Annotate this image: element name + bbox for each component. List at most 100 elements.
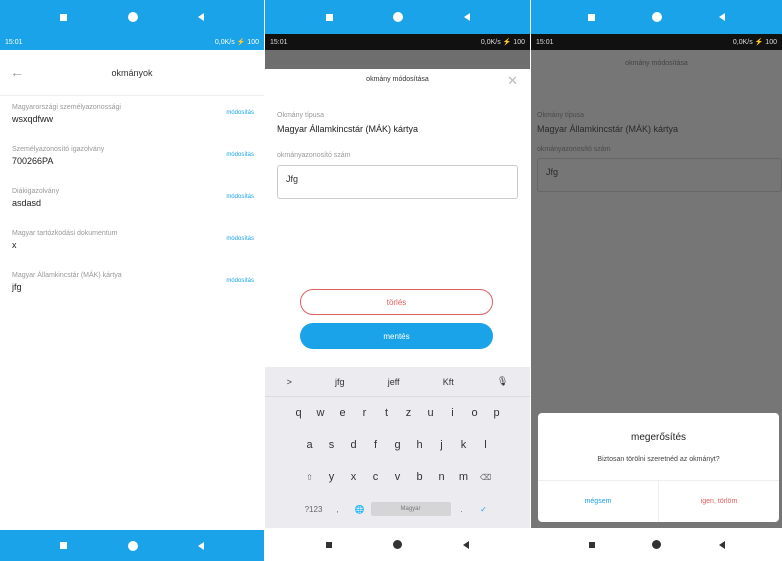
key[interactable]: a xyxy=(299,439,321,451)
on-screen-keyboard: > jfg jeff Kft 🎙 q w e r t z u i o p a s… xyxy=(265,367,530,528)
key[interactable]: f xyxy=(365,439,387,451)
symbols-key[interactable]: ?123 xyxy=(301,505,327,514)
circle-icon[interactable] xyxy=(652,12,662,22)
document-type-value: Magyar Államkincstár (MÁK) kártya xyxy=(537,124,679,134)
status-time: 15:01 xyxy=(270,38,288,46)
comma-key[interactable]: , xyxy=(327,505,349,514)
cancel-button[interactable]: mégsem xyxy=(538,480,658,522)
key[interactable]: r xyxy=(354,407,376,419)
status-icons: 0,0K/s ⚡ 100 xyxy=(732,39,777,46)
suggestion-item[interactable]: jeff xyxy=(388,377,400,387)
enter-check-icon[interactable]: ✓ xyxy=(473,505,495,514)
list-item: Magyar tartózkodási dokumentum x módosít… xyxy=(0,226,264,268)
suggestion-item[interactable]: jfg xyxy=(335,377,345,387)
triangle-back-icon[interactable] xyxy=(197,13,204,21)
key[interactable]: y xyxy=(321,471,343,483)
key[interactable]: o xyxy=(464,407,486,419)
status-icons: 0,0K/s ⚡ 100 xyxy=(214,39,259,46)
circle-icon[interactable] xyxy=(393,540,402,549)
document-id-input: Jfg xyxy=(537,158,782,192)
dialog-message: Biztosan törölni szeretnéd az okmányt? xyxy=(597,456,720,463)
edit-link[interactable]: módosítás xyxy=(226,236,254,242)
space-key[interactable]: Magyar xyxy=(370,502,451,516)
edit-link[interactable]: módosítás xyxy=(226,110,254,116)
status-bar: 15:01 0,0K/s ⚡ 100 xyxy=(531,34,782,50)
suggestion-item[interactable]: Kft xyxy=(443,377,454,387)
circle-icon[interactable] xyxy=(652,540,661,549)
globe-icon[interactable]: 🌐 xyxy=(349,505,371,514)
key[interactable]: b xyxy=(409,471,431,483)
close-icon[interactable]: ✕ xyxy=(507,73,518,89)
microphone-icon[interactable]: 🎙 xyxy=(497,376,508,387)
key[interactable]: u xyxy=(420,407,442,419)
document-id-input[interactable]: Jfg xyxy=(277,165,518,199)
bottom-nav-bar xyxy=(0,530,264,561)
confirm-delete-button[interactable]: igen, törlöm xyxy=(659,480,779,522)
key[interactable]: w xyxy=(310,407,332,419)
document-list: Magyarországi személyazonossági wsxqdfww… xyxy=(0,100,264,310)
document-value: jfg xyxy=(12,282,22,292)
square-icon[interactable] xyxy=(60,542,68,549)
circle-icon[interactable] xyxy=(127,12,138,22)
document-label: Magyar Államkincstár (MÁK) kártya xyxy=(12,272,122,279)
document-value: wsxqdfww xyxy=(12,114,54,124)
document-type-label: Okmány típusa xyxy=(277,112,325,119)
key[interactable]: s xyxy=(321,439,343,451)
triangle-back-icon[interactable] xyxy=(719,13,725,21)
delete-button[interactable]: törlés xyxy=(300,289,493,315)
key[interactable]: m xyxy=(453,471,475,483)
edit-link[interactable]: módosítás xyxy=(226,152,254,158)
suggestion-expand[interactable]: > xyxy=(287,377,292,387)
key[interactable]: k xyxy=(453,439,475,451)
key[interactable]: n xyxy=(431,471,453,483)
key[interactable]: h xyxy=(409,439,431,451)
period-key[interactable]: . xyxy=(451,505,473,514)
triangle-back-icon[interactable] xyxy=(197,541,204,550)
triangle-back-icon[interactable] xyxy=(463,13,470,21)
edit-link[interactable]: módosítás xyxy=(226,194,254,200)
key[interactable]: q xyxy=(288,407,310,419)
square-icon[interactable] xyxy=(588,13,595,21)
confirm-dialog: megerősítés Biztosan törölni szeretnéd a… xyxy=(538,413,779,522)
key[interactable]: d xyxy=(343,439,365,451)
square-icon[interactable] xyxy=(325,13,333,21)
key[interactable]: g xyxy=(387,439,409,451)
backspace-key[interactable]: ⌫ xyxy=(475,473,497,482)
document-label: Magyar tartózkodási dokumentum xyxy=(12,230,118,237)
key[interactable]: x xyxy=(343,471,365,483)
key[interactable]: z xyxy=(398,407,420,419)
key[interactable]: j xyxy=(431,439,453,451)
keyboard-row: a s d f g h j k l xyxy=(265,429,530,461)
circle-icon[interactable] xyxy=(127,540,138,551)
sheet-title: okmány módosítása xyxy=(366,76,429,83)
documents-screen: 15:01 0,0K/s ⚡ 100 ← okmányok Magyarorsz… xyxy=(0,0,264,561)
edit-link[interactable]: módosítás xyxy=(226,278,254,284)
document-id-label: okmányazonosító szám xyxy=(277,152,351,159)
sheet-title: okmány módosítása xyxy=(625,60,688,67)
dialog-title: megerősítés xyxy=(630,432,687,443)
save-button[interactable]: mentés xyxy=(300,323,493,349)
triangle-back-icon[interactable] xyxy=(463,540,469,549)
triangle-back-icon[interactable] xyxy=(718,540,725,549)
key[interactable]: v xyxy=(387,471,409,483)
status-icons: 0,0K/s ⚡ 100 xyxy=(480,39,525,46)
key[interactable]: l xyxy=(475,439,497,451)
square-icon[interactable] xyxy=(588,541,595,548)
status-bar: 15:01 0,0K/s ⚡ 100 xyxy=(0,34,264,50)
list-item: Személyazonosító igazolvány 700266PA mód… xyxy=(0,142,264,184)
shift-key[interactable]: ⇧ xyxy=(299,473,321,482)
key[interactable]: p xyxy=(486,407,508,419)
square-icon[interactable] xyxy=(326,541,332,548)
square-icon[interactable] xyxy=(60,13,68,21)
back-arrow-icon[interactable]: ← xyxy=(10,64,24,80)
key[interactable]: c xyxy=(365,471,387,483)
list-item: Magyar Államkincstár (MÁK) kártya jfg mó… xyxy=(0,268,264,310)
circle-icon[interactable] xyxy=(393,12,403,22)
document-label: Diákigazolvány xyxy=(12,188,60,195)
list-item: Diákigazolvány asdasd módosítás xyxy=(0,184,264,226)
list-item: Magyarországi személyazonossági wsxqdfww… xyxy=(0,100,264,142)
key[interactable]: t xyxy=(376,407,398,419)
key[interactable]: e xyxy=(332,407,354,419)
keyboard-row: q w e r t z u i o p xyxy=(265,397,530,429)
key[interactable]: i xyxy=(442,407,464,419)
